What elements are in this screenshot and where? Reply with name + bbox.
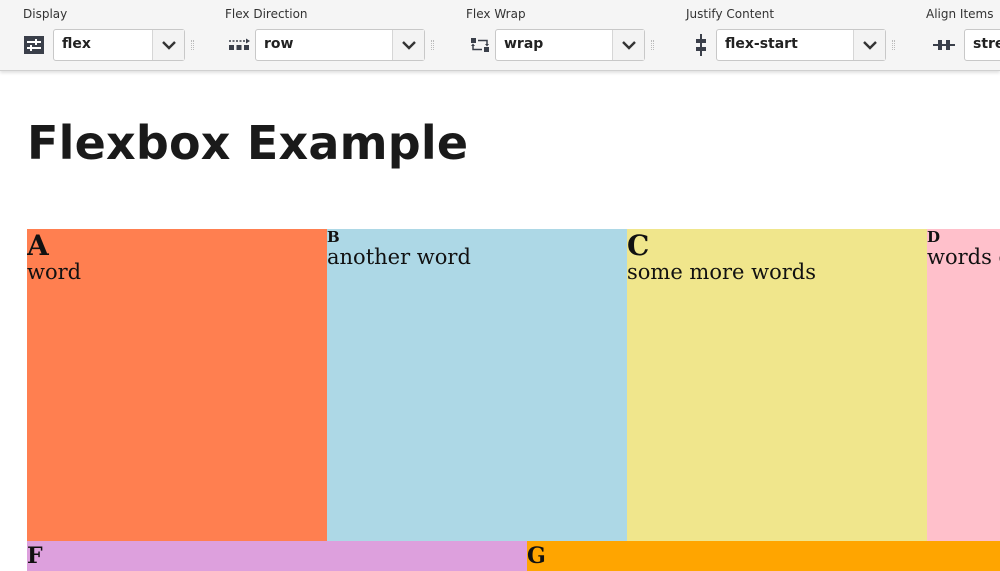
flex-item-text: word — [27, 260, 82, 284]
flex-item-letter: B — [327, 229, 340, 246]
justify-content-select[interactable]: flex-start — [716, 29, 886, 61]
flex-direction-select-value: row — [264, 36, 294, 52]
display-select-value: flex — [62, 36, 91, 52]
flex-item-text: some more words — [627, 260, 817, 284]
page-title: Flexbox Example — [27, 116, 469, 170]
flex-item-letter: D — [927, 229, 941, 246]
resize-grip[interactable] — [191, 40, 194, 50]
flex-wrap-select[interactable]: wrap — [495, 29, 645, 61]
flex-item-text: words c — [927, 245, 1000, 269]
flex-item-text: another word — [327, 245, 471, 269]
flex-item-g: G — [527, 541, 1000, 571]
flex-direction-icon — [227, 33, 251, 57]
flex-item-a: A word — [27, 229, 327, 541]
display-select[interactable]: flex — [53, 29, 185, 61]
display-icon — [22, 33, 46, 57]
align-items-icon — [932, 33, 956, 57]
flex-wrap-select-value: wrap — [504, 36, 544, 52]
chevron-down-icon[interactable] — [612, 30, 644, 60]
toolbar: Display flex Flex Direction row Flex Wra… — [0, 0, 1000, 71]
justify-content-select-value: flex-start — [725, 36, 798, 52]
resize-grip[interactable] — [651, 40, 654, 50]
justify-content-label: Justify Content — [686, 7, 775, 21]
flex-item-c: C some more words — [627, 229, 927, 541]
justify-content-icon — [689, 33, 713, 57]
flex-item-letter: A — [27, 229, 49, 262]
chevron-down-icon[interactable] — [392, 30, 424, 60]
display-label: Display — [23, 7, 68, 21]
flex-item-letter: G — [527, 543, 546, 569]
flex-item-letter: F — [27, 543, 43, 569]
flex-item-d: D words c — [927, 229, 1000, 541]
flex-item-letter: C — [627, 229, 650, 262]
resize-grip[interactable] — [431, 40, 434, 50]
flex-wrap-icon — [468, 33, 492, 57]
flex-direction-label: Flex Direction — [225, 7, 308, 21]
chevron-down-icon[interactable] — [152, 30, 184, 60]
flex-direction-select[interactable]: row — [255, 29, 425, 61]
flex-item-f: F — [27, 541, 527, 571]
align-items-label: Align Items — [926, 7, 994, 21]
resize-grip[interactable] — [892, 40, 895, 50]
align-items-select-value: stre — [973, 36, 1000, 52]
align-items-select[interactable]: stre — [964, 29, 1000, 61]
flex-item-b: B another word — [327, 229, 627, 541]
chevron-down-icon[interactable] — [853, 30, 885, 60]
flex-wrap-label: Flex Wrap — [466, 7, 526, 21]
